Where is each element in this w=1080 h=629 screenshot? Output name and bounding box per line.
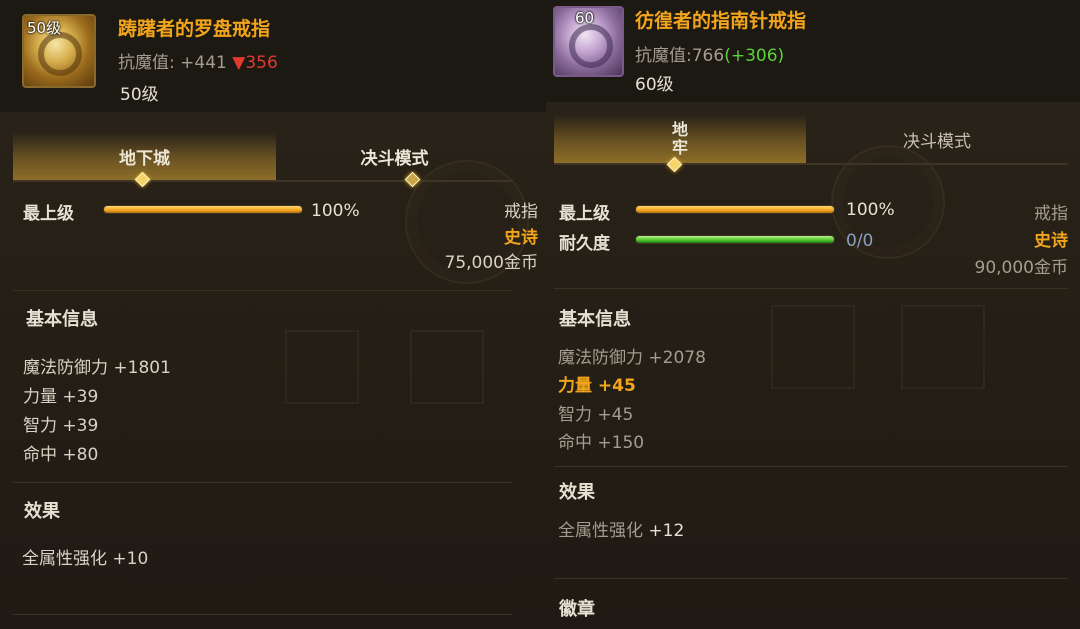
magic-resist-line: 抗魔值:766(+306) <box>635 41 784 66</box>
grade-bar-fill <box>636 206 834 213</box>
section-divider <box>554 578 1068 579</box>
section-basic-info: 基本信息 <box>26 309 98 330</box>
grade-bar-fill <box>104 206 302 213</box>
attr-hit-rate: 命中 +80 <box>23 445 99 465</box>
ring-graphic <box>569 24 613 68</box>
item-rarity: 史诗 <box>1034 231 1068 251</box>
item-name: 踌躇者的罗盘戒指 <box>118 18 271 40</box>
attr-intelligence: 智力 +45 <box>558 405 634 425</box>
section-divider <box>13 290 513 291</box>
magic-resist-delta: 356 <box>245 53 278 73</box>
ghost-slot <box>771 305 855 389</box>
attr-magic-defense: 魔法防御力 +2078 <box>558 348 706 368</box>
section-divider <box>554 466 1068 467</box>
ghost-slot <box>285 330 359 404</box>
grade-bar <box>635 205 835 214</box>
grade-percent: 100% <box>846 200 895 220</box>
item-price: 75,000金币 <box>444 253 538 273</box>
durability-label: 耐久度 <box>559 234 610 254</box>
item-rarity: 史诗 <box>504 228 538 248</box>
section-divider <box>13 482 513 483</box>
item-type: 戒指 <box>504 202 538 222</box>
item-header <box>546 0 1080 102</box>
magic-resist-value: +441 <box>180 53 227 73</box>
tab-divider <box>554 163 1068 165</box>
attr-intelligence: 智力 +39 <box>23 416 99 436</box>
tab-pvp[interactable]: 决斗模式 <box>276 132 513 180</box>
attr-all-stats-value: +12 <box>648 521 685 541</box>
compare-item-tooltip: 60 彷徨者的指南针戒指 抗魔值:766(+306) 60级 地 牢 决斗模式 … <box>546 0 1080 629</box>
current-item-tooltip: 50级 踌躇者的罗盘戒指 抗魔值: +441 ▼356 50级 地下城 决斗模式… <box>0 0 547 629</box>
attr-all-stats-label: 全属性强化 <box>558 521 649 541</box>
attr-all-stats: 全属性强化 +12 <box>558 516 684 541</box>
tab-label: 决斗模式 <box>360 148 429 169</box>
section-basic-info: 基本信息 <box>559 309 631 330</box>
item-price: 90,000金币 <box>974 258 1068 278</box>
downgrade-arrow-icon: ▼ <box>232 53 246 73</box>
durability-bar-fill <box>636 236 834 243</box>
attr-strength: 力量 +39 <box>23 387 99 407</box>
mode-tabs: 地下城 决斗模式 <box>13 132 513 182</box>
item-type: 戒指 <box>1034 204 1068 224</box>
magic-resist-bonus: (+306) <box>724 46 785 66</box>
grade-percent: 100% <box>311 201 360 221</box>
required-level: 50级 <box>120 85 159 105</box>
attr-hit-rate: 命中 +150 <box>558 433 645 453</box>
section-effect: 效果 <box>24 501 60 522</box>
icon-level-tag: 60 <box>575 9 595 27</box>
section-emblem: 徽章 <box>559 599 595 620</box>
tab-dungeon[interactable]: 地 牢 <box>554 115 806 165</box>
tab-label: 地下城 <box>119 148 170 169</box>
magic-resist-value: 766 <box>691 46 725 66</box>
item-name: 彷徨者的指南针戒指 <box>635 10 807 32</box>
gold-compass-ring-icon[interactable]: 50级 <box>22 14 96 88</box>
tab-divider <box>13 180 513 182</box>
magic-resist-label: 抗魔值: <box>118 53 175 73</box>
tab-pvp[interactable]: 决斗模式 <box>806 115 1068 163</box>
attr-magic-defense: 魔法防御力 +1801 <box>23 358 171 378</box>
ghost-slot <box>901 305 985 389</box>
mode-tabs: 地 牢 决斗模式 <box>554 115 1068 165</box>
ring-graphic <box>38 32 82 76</box>
icon-level-tag: 50级 <box>27 19 62 37</box>
durability-bar <box>635 235 835 244</box>
required-level: 60级 <box>635 75 674 95</box>
durability-value: 0/0 <box>846 231 874 251</box>
grade-label: 最上级 <box>23 204 74 224</box>
ghost-slot <box>410 330 484 404</box>
tab-label: 决斗模式 <box>903 131 971 152</box>
section-divider <box>13 614 513 615</box>
attr-all-stats: 全属性强化 +10 <box>22 549 149 569</box>
magic-resist-line: 抗魔值: +441 ▼356 <box>118 48 278 73</box>
section-effect: 效果 <box>559 482 595 503</box>
magic-resist-label: 抗魔值: <box>635 46 692 66</box>
grade-label: 最上级 <box>559 204 610 224</box>
grade-bar <box>103 205 303 214</box>
tab-label: 地 牢 <box>671 119 688 157</box>
section-divider <box>554 288 1068 289</box>
purple-compass-ring-icon[interactable]: 60 <box>553 6 624 77</box>
attr-strength: 力量 +45 <box>558 376 636 396</box>
